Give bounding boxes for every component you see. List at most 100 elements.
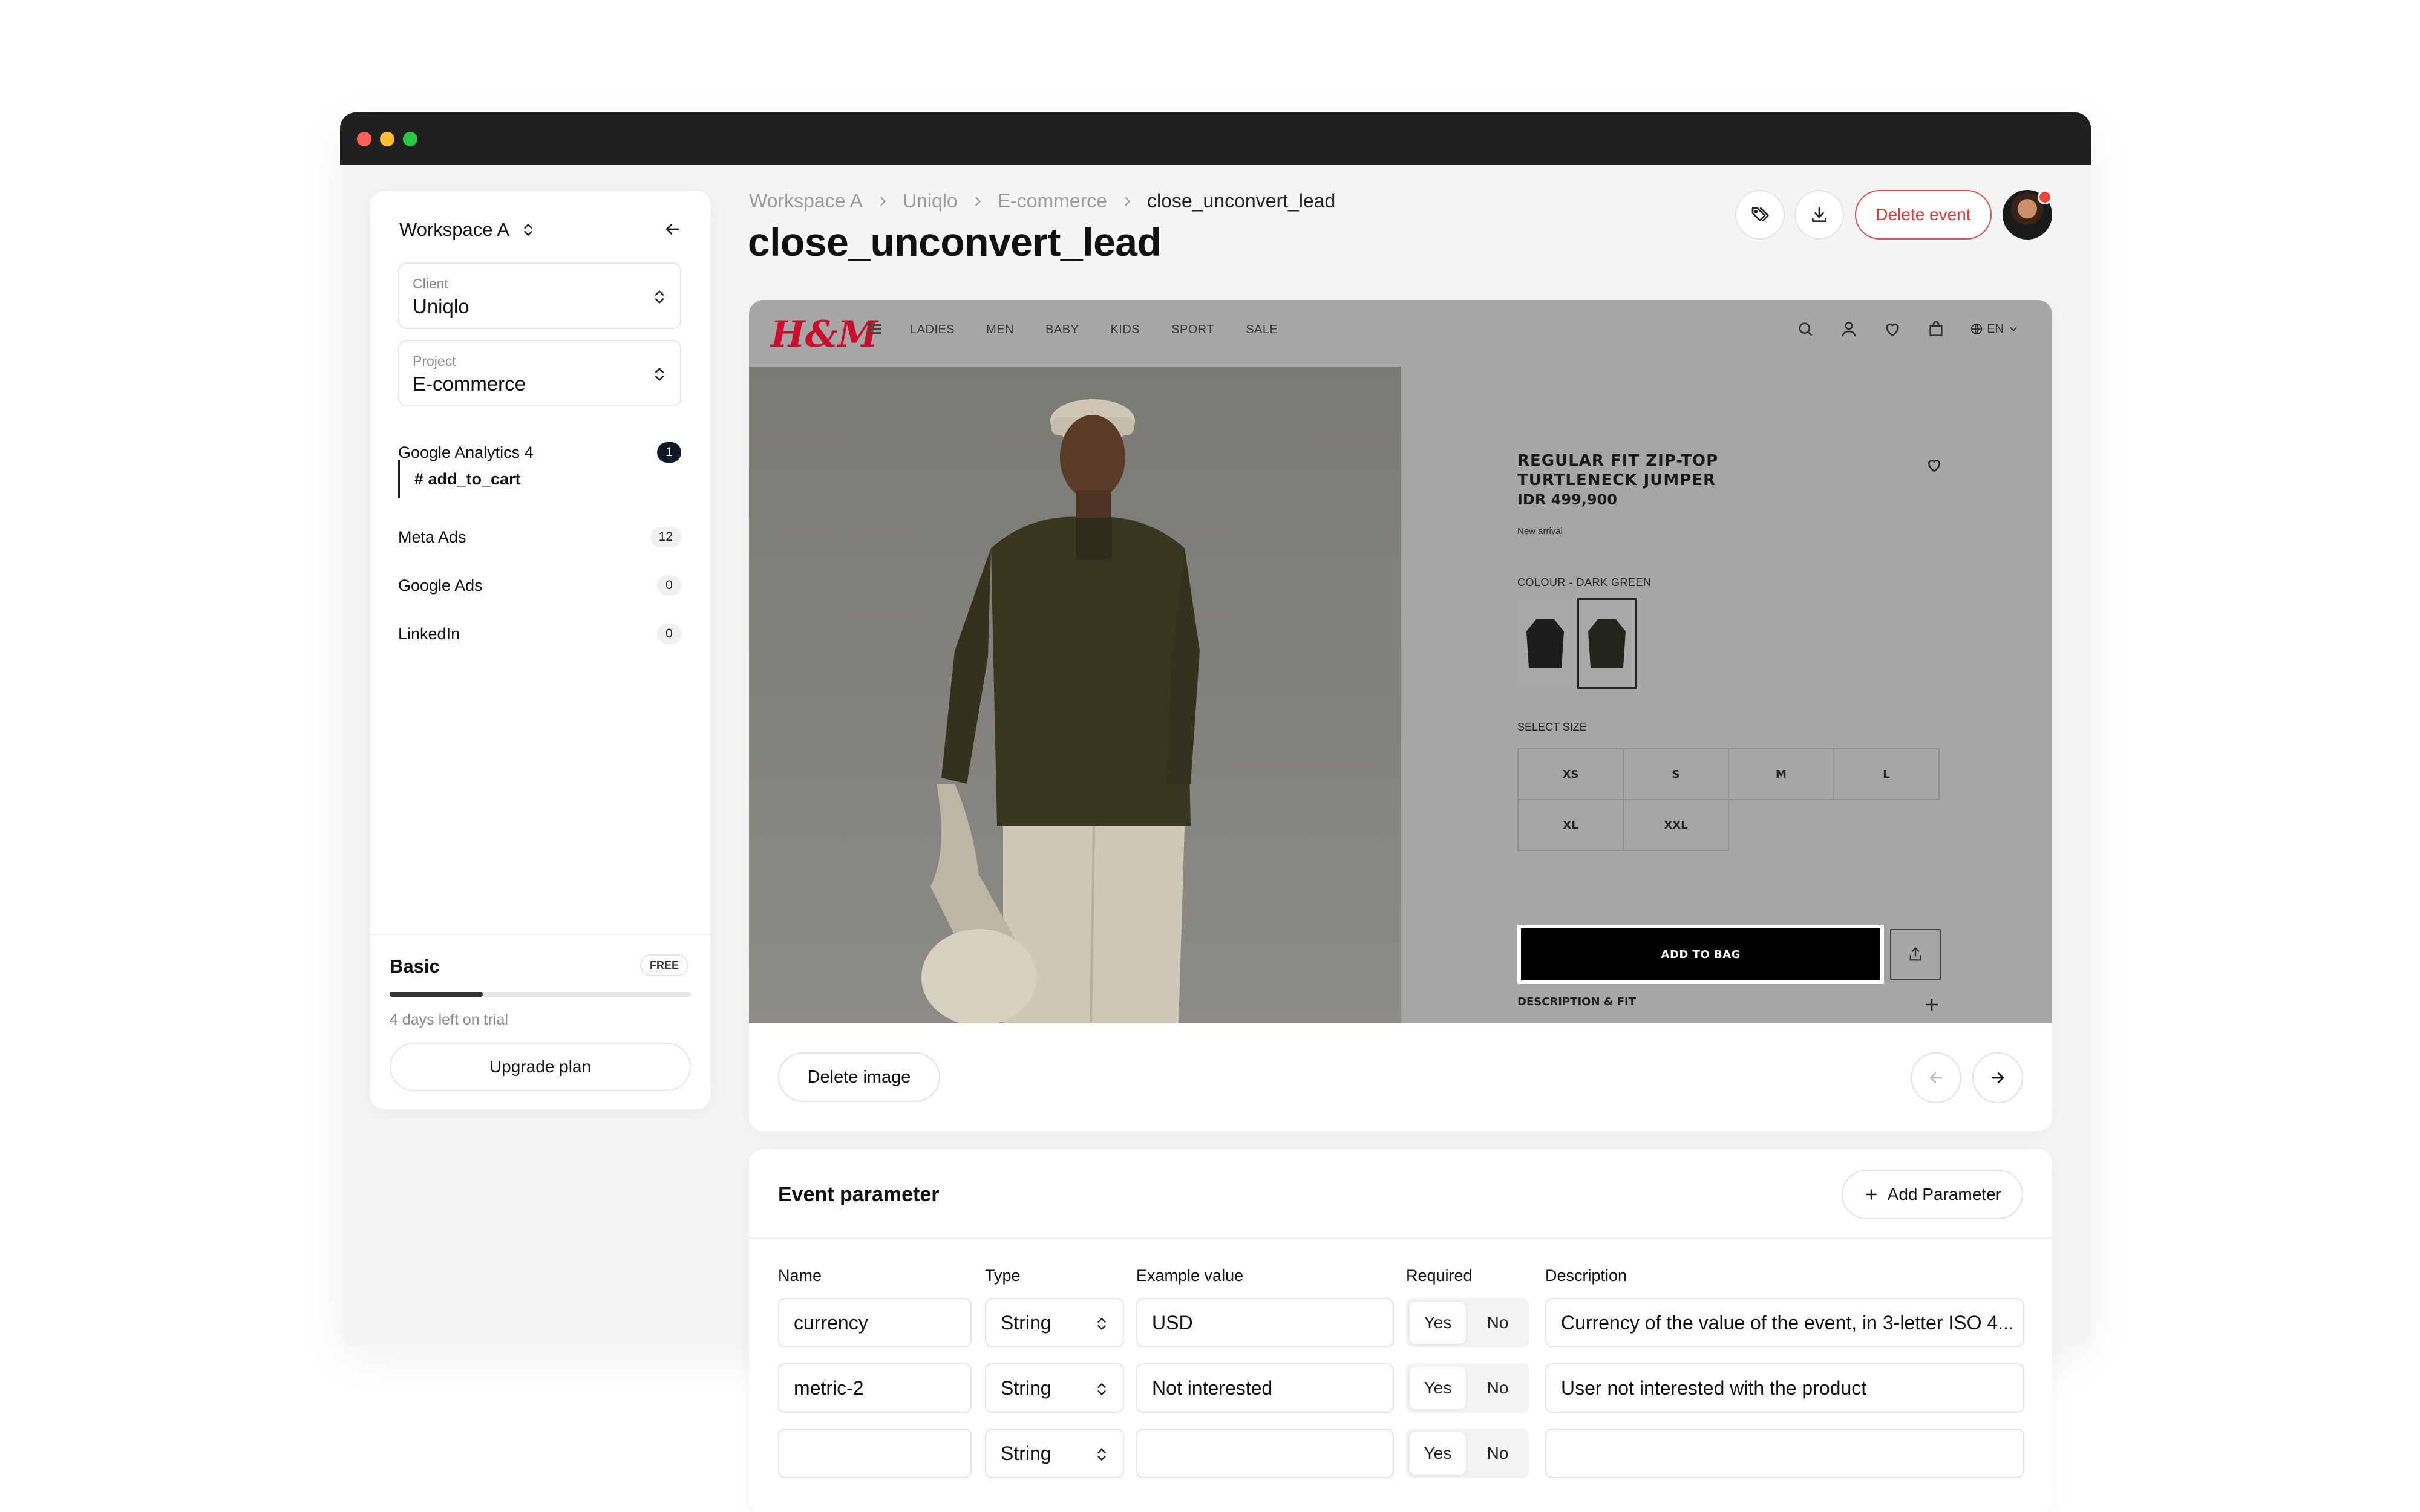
new-arrival-label: New arrival bbox=[1517, 526, 1563, 536]
sidebar-subitem-label: # add_to_cart bbox=[414, 469, 521, 488]
tags-icon bbox=[1751, 207, 1769, 221]
client-label: Client bbox=[413, 276, 448, 292]
count-badge: 12 bbox=[650, 527, 681, 547]
param-description-input[interactable] bbox=[1545, 1429, 2024, 1478]
param-type-value: String bbox=[1001, 1311, 1051, 1334]
sidebar-item-label: Google Ads bbox=[398, 576, 483, 595]
add-to-bag-button: ADD TO BAG bbox=[1517, 925, 1885, 984]
jumper-thumbnail-icon bbox=[1526, 619, 1564, 668]
hm-logo: H&M bbox=[771, 313, 878, 356]
chevron-down-icon bbox=[2010, 327, 2017, 331]
workspace-switcher[interactable]: Workspace A bbox=[399, 219, 536, 241]
sidebar-item-google-ads[interactable]: Google Ads 0 bbox=[398, 572, 681, 599]
chevron-right-icon bbox=[975, 196, 981, 206]
heart-icon bbox=[1928, 460, 1941, 472]
trial-progress-fill bbox=[390, 992, 483, 997]
breadcrumb-workspace[interactable]: Workspace A bbox=[749, 190, 863, 212]
required-no-option[interactable]: No bbox=[1470, 1432, 1526, 1475]
nav-link: MEN bbox=[986, 323, 1015, 336]
param-name-input[interactable] bbox=[778, 1429, 972, 1478]
maximize-window-dot[interactable] bbox=[403, 132, 417, 146]
window-titlebar bbox=[340, 112, 2091, 165]
size-option: XS bbox=[1519, 749, 1624, 800]
product-photo bbox=[749, 367, 1401, 1023]
event-screenshot: H&M LADIES MEN BABY KIDS SPORT SALE EN R… bbox=[749, 300, 2052, 1023]
next-image-button[interactable] bbox=[1972, 1052, 2023, 1103]
jumper-thumbnail-icon bbox=[1588, 619, 1626, 668]
param-example-input[interactable]: USD bbox=[1136, 1298, 1394, 1347]
preview-nav-icons: EN bbox=[1796, 319, 2019, 339]
previous-image-button[interactable] bbox=[1911, 1052, 1961, 1103]
sidebar-item-label: Google Analytics 4 bbox=[398, 443, 534, 461]
size-option: L bbox=[1834, 749, 1940, 800]
chevron-up-down-icon bbox=[1097, 1383, 1106, 1395]
param-example-input[interactable]: Not interested bbox=[1136, 1363, 1394, 1413]
column-header-description: Description bbox=[1545, 1266, 1627, 1285]
count-badge: 0 bbox=[657, 575, 681, 596]
column-header-type: Type bbox=[985, 1266, 1021, 1285]
user-icon bbox=[1842, 322, 1857, 337]
sidebar-item-meta-ads[interactable]: Meta Ads 12 bbox=[398, 524, 681, 550]
chevron-up-down-icon bbox=[524, 224, 532, 236]
nav-link: SPORT bbox=[1171, 323, 1215, 336]
delete-event-button[interactable]: Delete event bbox=[1855, 190, 1992, 240]
add-parameter-button[interactable]: Add Parameter bbox=[1841, 1170, 2023, 1219]
param-type-select[interactable]: String bbox=[985, 1429, 1124, 1478]
collapse-sidebar-icon[interactable] bbox=[663, 220, 681, 238]
count-badge: 1 bbox=[657, 442, 681, 463]
param-name-input[interactable]: currency bbox=[778, 1298, 972, 1347]
nav-link: KIDS bbox=[1110, 323, 1140, 336]
colour-swatches bbox=[1517, 598, 1941, 689]
size-option: XL bbox=[1519, 800, 1624, 851]
breadcrumb-project[interactable]: E-commerce bbox=[998, 190, 1107, 212]
required-yes-option[interactable]: Yes bbox=[1410, 1432, 1466, 1475]
chevron-up-down-icon bbox=[655, 290, 664, 304]
sidebar-subitem-add-to-cart[interactable]: # add_to_cart bbox=[398, 460, 521, 498]
required-no-option[interactable]: No bbox=[1470, 1302, 1526, 1344]
sidebar-item-label: LinkedIn bbox=[398, 624, 460, 643]
notification-dot bbox=[2038, 190, 2052, 204]
column-header-name: Name bbox=[778, 1266, 822, 1285]
required-yes-option[interactable]: Yes bbox=[1410, 1302, 1466, 1344]
required-no-option[interactable]: No bbox=[1470, 1367, 1526, 1409]
param-type-value: String bbox=[1001, 1377, 1051, 1399]
required-yes-option[interactable]: Yes bbox=[1410, 1367, 1466, 1409]
model-figure bbox=[921, 399, 1200, 1023]
event-image-card: H&M LADIES MEN BABY KIDS SPORT SALE EN R… bbox=[749, 300, 2052, 1131]
plan-name: Basic bbox=[390, 956, 440, 977]
minimize-window-dot[interactable] bbox=[380, 132, 394, 146]
project-select[interactable]: Project E-commerce bbox=[398, 340, 681, 406]
sidebar: Workspace A Client Uniqlo Project E-comm… bbox=[370, 191, 710, 1109]
nav-link: BABY bbox=[1045, 323, 1079, 336]
size-option: S bbox=[1624, 749, 1729, 800]
trial-progress-bar bbox=[390, 992, 691, 997]
param-type-select[interactable]: String bbox=[985, 1363, 1124, 1413]
param-name-input[interactable]: metric-2 bbox=[778, 1363, 972, 1413]
sidebar-item-linkedin[interactable]: LinkedIn 0 bbox=[398, 621, 681, 647]
avatar[interactable] bbox=[2003, 190, 2052, 240]
delete-image-button[interactable]: Delete image bbox=[778, 1052, 940, 1102]
tag-button[interactable] bbox=[1735, 190, 1785, 240]
breadcrumb-client[interactable]: Uniqlo bbox=[903, 190, 958, 212]
preview-nav-links: LADIES MEN BABY KIDS SPORT SALE bbox=[910, 323, 1278, 337]
download-button[interactable] bbox=[1794, 190, 1844, 240]
close-window-dot[interactable] bbox=[357, 132, 371, 146]
share-icon bbox=[1890, 929, 1941, 980]
required-toggle: Yes No bbox=[1406, 1429, 1529, 1478]
swatch-black bbox=[1517, 600, 1573, 687]
arrow-right-icon bbox=[1991, 1072, 2004, 1083]
upgrade-plan-button[interactable]: Upgrade plan bbox=[390, 1043, 691, 1091]
param-description-input[interactable]: Currency of the value of the event, in 3… bbox=[1545, 1298, 2024, 1347]
plus-icon bbox=[1865, 1189, 1877, 1200]
product-title-line2: TURTLENECK JUMPER bbox=[1517, 471, 1716, 489]
client-select[interactable]: Client Uniqlo bbox=[398, 262, 681, 329]
param-description-input[interactable]: User not interested with the product bbox=[1545, 1363, 2024, 1413]
count-badge: 0 bbox=[657, 624, 681, 644]
nav-link: LADIES bbox=[910, 323, 955, 336]
swatch-dark-green bbox=[1577, 598, 1637, 689]
workspace-name: Workspace A bbox=[399, 219, 510, 240]
param-type-select[interactable]: String bbox=[985, 1298, 1124, 1347]
product-title-line1: REGULAR FIT ZIP-TOP bbox=[1517, 452, 1719, 470]
trial-text: 4 days left on trial bbox=[390, 1011, 508, 1028]
param-example-input[interactable] bbox=[1136, 1429, 1394, 1478]
